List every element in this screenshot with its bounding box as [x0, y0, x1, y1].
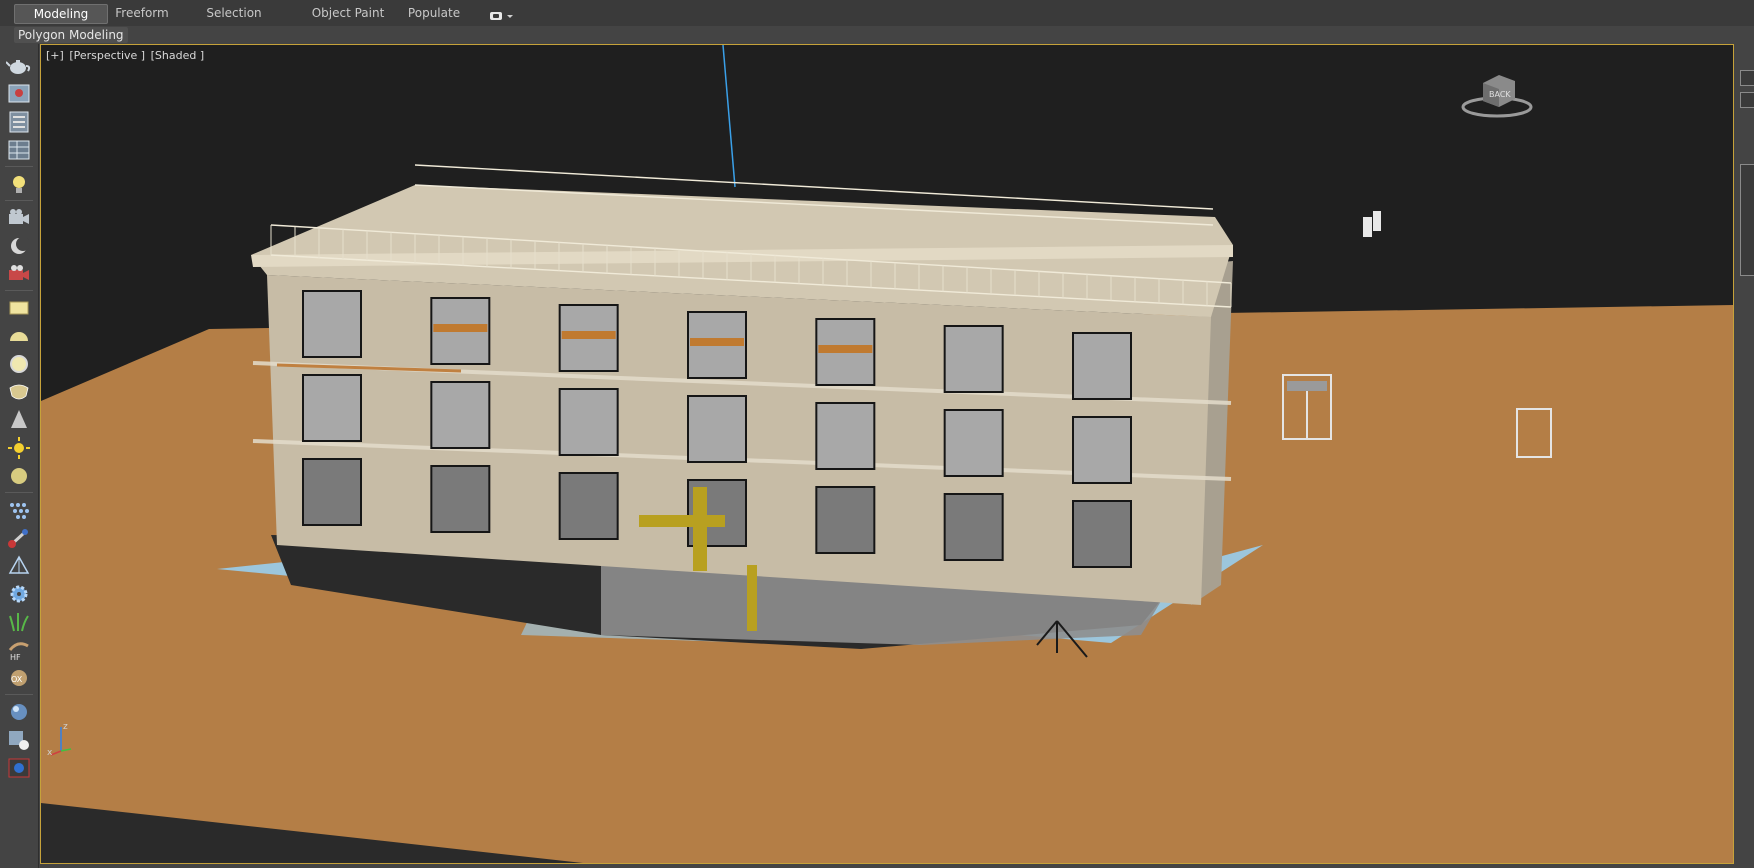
tab-object-paint[interactable]: Object Paint [296, 4, 400, 22]
toolbar-separator [5, 166, 33, 167]
building-window [558, 388, 619, 456]
hair-fur-icon[interactable]: HF [6, 638, 32, 662]
left-toolbar: HF OX [0, 44, 39, 868]
axis-z-label: z [63, 722, 68, 732]
light-icon[interactable] [6, 172, 32, 196]
building-window [815, 486, 876, 554]
toolbar-separator [5, 200, 33, 201]
plane-icon[interactable] [6, 296, 32, 320]
gear-icon[interactable] [6, 582, 32, 606]
building-window [430, 465, 491, 533]
render-frame-icon[interactable] [6, 82, 32, 106]
tab-freeform[interactable]: Freeform [108, 4, 176, 22]
tab-modeling[interactable]: Modeling [14, 4, 108, 24]
cone-icon[interactable] [6, 408, 32, 432]
svg-text:HF: HF [10, 653, 21, 662]
bone-icon[interactable] [6, 526, 32, 550]
ring-icon[interactable] [6, 352, 32, 376]
yellow-beam [639, 515, 725, 527]
building-window [687, 395, 747, 463]
toolbar-separator [5, 694, 33, 695]
z-axis-line [722, 45, 736, 188]
render-icon[interactable] [6, 756, 32, 780]
command-panel-slot[interactable] [1740, 70, 1754, 86]
building-window [943, 325, 1004, 393]
camera-icon[interactable] [6, 206, 32, 230]
toggle-options-icon[interactable] [488, 7, 516, 20]
cylinder-objects [1363, 211, 1381, 237]
toolbar-separator [5, 492, 33, 493]
yellow-beam [693, 487, 707, 571]
window-orange-strip [690, 338, 744, 346]
layer-manager-icon[interactable] [6, 138, 32, 162]
window-orange-strip [433, 324, 488, 332]
tab-populate[interactable]: Populate [406, 4, 462, 22]
perspective-viewport[interactable]: BACK z x [+] [Perspective ] [Shaded ] [40, 44, 1734, 864]
teapot-icon[interactable] [6, 54, 32, 78]
viewport-view-perspective[interactable]: [Perspective ] [69, 49, 145, 62]
pyramid-icon[interactable] [6, 554, 32, 578]
building-window [1072, 500, 1132, 568]
viewport-scene: BACK z x [41, 45, 1733, 863]
camera-target-icon[interactable] [6, 262, 32, 286]
tab-selection[interactable]: Selection [196, 4, 272, 22]
yellow-beam [747, 565, 757, 631]
building-window [943, 493, 1004, 561]
building-window [815, 402, 876, 470]
building-window [302, 458, 362, 526]
ribbon-tab-bar: Modeling Freeform Selection Object Paint… [0, 0, 1754, 27]
building-window [302, 290, 362, 358]
building-window [1072, 332, 1132, 400]
window-orange-strip [561, 331, 616, 339]
toolbar-separator [5, 290, 33, 291]
viewport-label: [+] [Perspective ] [Shaded ] [46, 49, 206, 62]
command-panel-slot[interactable] [1740, 92, 1754, 108]
building-window [430, 381, 491, 449]
command-panel-edge [1734, 44, 1754, 868]
sphere-icon[interactable] [6, 464, 32, 488]
svg-text:OX: OX [11, 675, 23, 684]
hedra-icon[interactable] [6, 380, 32, 404]
hemisphere-icon[interactable] [6, 324, 32, 348]
building-window [558, 472, 619, 540]
axis-x-label: x [47, 748, 53, 758]
viewcube-face-label[interactable]: BACK [1489, 90, 1511, 99]
polygon-modeling-label[interactable]: Polygon Modeling [14, 27, 128, 43]
ribbon-sub-panel: Polygon Modeling [0, 26, 1754, 44]
material-editor-icon[interactable] [6, 110, 32, 134]
window-orange-strip [818, 345, 873, 353]
building-window [1072, 416, 1132, 484]
building-window [302, 374, 362, 442]
viewport-menu-plus[interactable]: [+] [46, 49, 64, 62]
viewcube: BACK [1461, 75, 1533, 118]
grass-icon[interactable] [6, 610, 32, 634]
cloth-icon[interactable]: OX [6, 666, 32, 690]
command-panel-list[interactable] [1740, 164, 1754, 276]
particle-icon[interactable] [6, 498, 32, 522]
sun-icon[interactable] [6, 436, 32, 460]
building-window [943, 409, 1004, 477]
glass-sphere-icon[interactable] [6, 700, 32, 724]
moon-light-icon[interactable] [6, 234, 32, 258]
shape-icon[interactable] [6, 728, 32, 752]
viewport-shading-mode[interactable]: [Shaded ] [151, 49, 205, 62]
